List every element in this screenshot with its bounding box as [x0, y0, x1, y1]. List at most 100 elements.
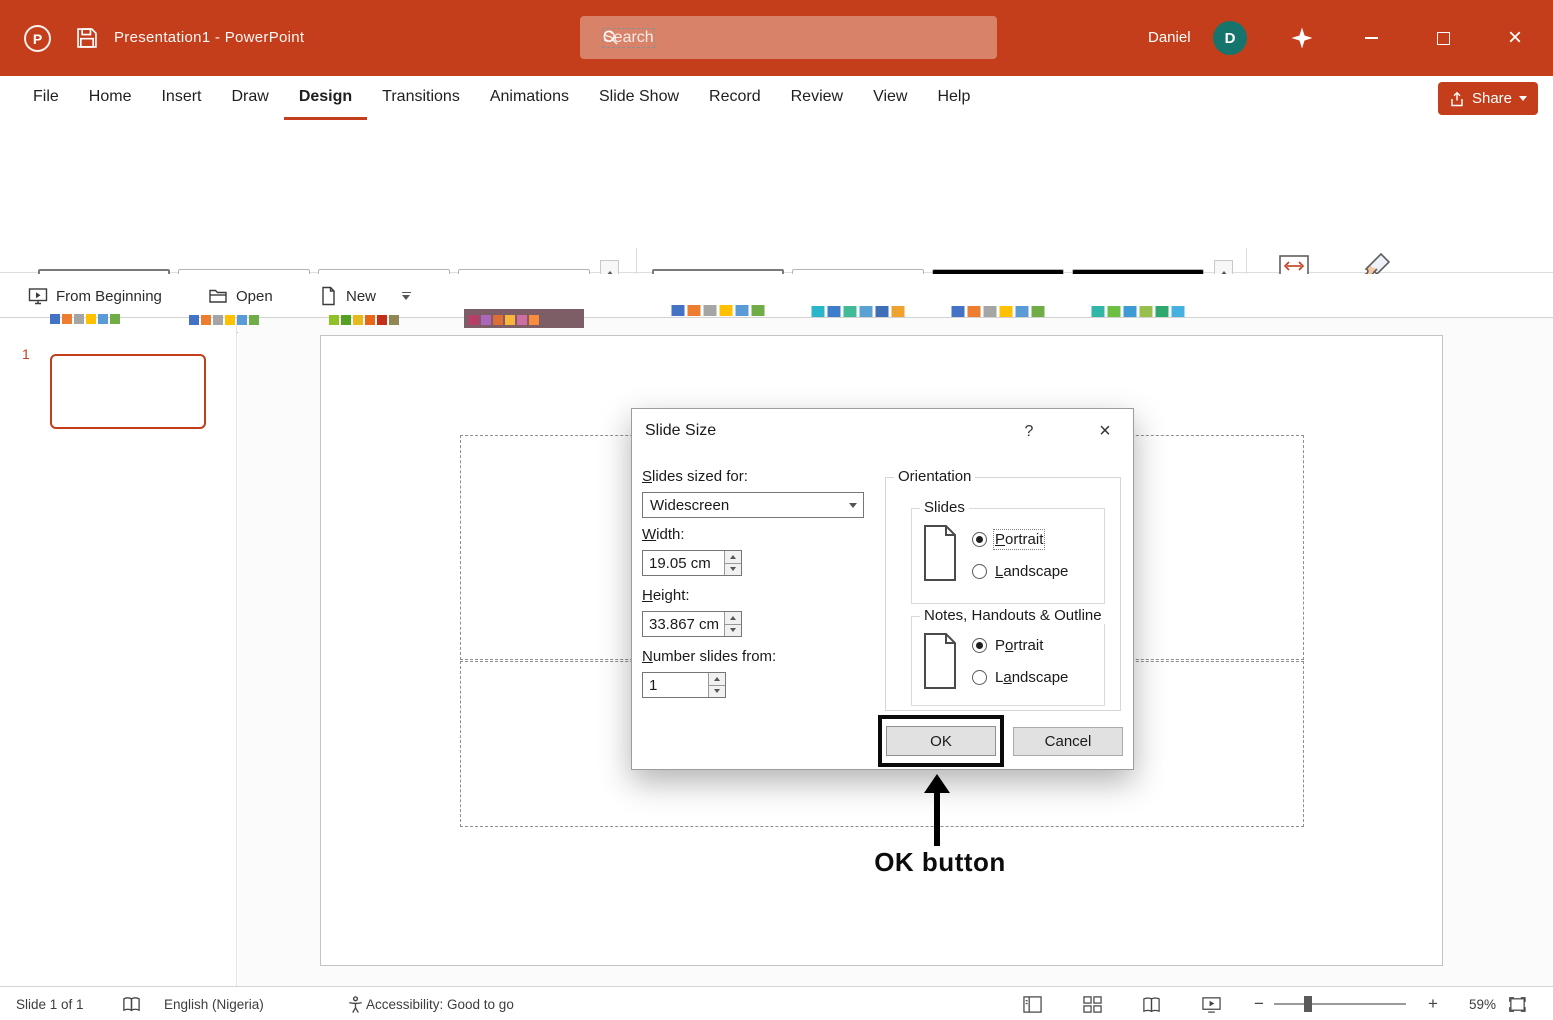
- color-swatch: [703, 305, 717, 316]
- dropdown-arrow-icon[interactable]: [843, 493, 863, 517]
- slides-sized-for-dropdown[interactable]: Widescreen: [642, 492, 864, 518]
- slides-portrait-label[interactable]: Portrait: [992, 529, 1046, 550]
- color-swatch: [1107, 306, 1121, 317]
- color-swatch: [1155, 306, 1169, 317]
- slideshow-icon: [28, 288, 48, 305]
- avatar[interactable]: D: [1213, 21, 1247, 55]
- slides-landscape-radio[interactable]: [972, 564, 987, 579]
- color-swatch: [341, 315, 351, 325]
- menu-tab-insert[interactable]: Insert: [146, 76, 216, 120]
- slides-sized-for-label: Slides sized for:: [642, 468, 748, 485]
- save-icon[interactable]: [76, 27, 98, 49]
- zoom-slider-handle[interactable]: [1304, 996, 1312, 1012]
- minimize-button[interactable]: [1347, 0, 1395, 76]
- toolbar-options-icon: [402, 292, 411, 300]
- normal-view-button[interactable]: [1019, 991, 1045, 1017]
- ok-button[interactable]: OK: [886, 726, 996, 756]
- proofing-icon[interactable]: [118, 991, 144, 1017]
- theme-color-swatches: [469, 315, 539, 325]
- color-swatch: [110, 314, 120, 324]
- menu-tab-design[interactable]: Design: [283, 76, 368, 120]
- number-increment-button[interactable]: [709, 673, 725, 685]
- open-button[interactable]: Open: [208, 274, 273, 318]
- close-button[interactable]: ×: [1491, 0, 1539, 76]
- menu-tab-record[interactable]: Record: [694, 76, 776, 120]
- close-icon: ×: [1507, 24, 1522, 51]
- color-swatch: [517, 315, 527, 325]
- notes-portrait-radio[interactable]: [972, 638, 987, 653]
- theme-color-swatches: [329, 315, 399, 325]
- color-swatch: [493, 315, 503, 325]
- accessibility-status[interactable]: Accessibility: Good to go: [366, 987, 514, 1020]
- folder-icon: [209, 289, 227, 303]
- width-increment-button[interactable]: [725, 551, 741, 563]
- quick-access-toolbar: From Beginning Open New: [0, 274, 1553, 318]
- menu-tab-view[interactable]: View: [858, 76, 922, 120]
- width-input[interactable]: 19.05 cm: [642, 550, 742, 576]
- color-swatch: [201, 315, 211, 325]
- color-swatch: [329, 315, 339, 325]
- color-swatch: [74, 314, 84, 324]
- slide-thumbnail[interactable]: [50, 354, 206, 429]
- variant-color-swatches: [951, 306, 1045, 317]
- maximize-button[interactable]: [1419, 0, 1467, 76]
- height-input[interactable]: 33.867 cm: [642, 611, 742, 637]
- cancel-button[interactable]: Cancel: [1013, 727, 1123, 756]
- height-decrement-button[interactable]: [725, 623, 741, 636]
- slide-show-view-button[interactable]: [1198, 991, 1224, 1017]
- slides-landscape-label[interactable]: Landscape: [995, 563, 1068, 580]
- menu-tab-animations[interactable]: Animations: [475, 76, 584, 120]
- account-name[interactable]: Daniel: [1148, 29, 1191, 46]
- zoom-slider-track[interactable]: [1274, 1003, 1406, 1005]
- fit-slide-to-window-button[interactable]: [1504, 991, 1530, 1017]
- share-label: Share: [1471, 90, 1512, 107]
- from-beginning-button[interactable]: From Beginning: [28, 274, 162, 318]
- width-decrement-button[interactable]: [725, 562, 741, 575]
- menu-tab-file[interactable]: File: [18, 76, 74, 120]
- slides-portrait-radio[interactable]: [972, 532, 987, 547]
- color-swatch: [353, 315, 363, 325]
- zoom-level[interactable]: 59%: [1452, 987, 1496, 1020]
- notes-portrait-label[interactable]: Portrait: [995, 637, 1043, 654]
- dialog-help-button[interactable]: ?: [1017, 420, 1041, 444]
- menu-tab-draw[interactable]: Draw: [216, 76, 283, 120]
- color-swatch: [983, 306, 997, 317]
- notes-landscape-label[interactable]: Landscape: [995, 669, 1068, 686]
- new-button[interactable]: New: [318, 274, 376, 318]
- slide-sorter-view-button[interactable]: [1079, 991, 1105, 1017]
- annotation-label: OK button: [874, 847, 1006, 877]
- menu-tab-slide-show[interactable]: Slide Show: [584, 76, 694, 120]
- zoom-in-button[interactable]: +: [1420, 991, 1446, 1017]
- variant-color-swatches: [811, 306, 905, 317]
- search-input[interactable]: Search: [580, 16, 997, 59]
- color-swatch: [687, 305, 701, 316]
- language-indicator[interactable]: English (Nigeria): [164, 987, 264, 1020]
- share-button[interactable]: Share: [1437, 82, 1538, 115]
- notes-landscape-radio[interactable]: [972, 670, 987, 685]
- new-label: New: [346, 287, 377, 305]
- number-slides-from-input[interactable]: 1: [642, 672, 726, 698]
- height-increment-button[interactable]: [725, 612, 741, 624]
- dialog-close-button[interactable]: ×: [1085, 417, 1125, 445]
- slides-orientation-group: Slides Portrait Landscape: [911, 499, 1105, 604]
- accessibility-icon[interactable]: [342, 991, 368, 1017]
- color-swatch: [875, 306, 889, 317]
- menu-tab-review[interactable]: Review: [776, 76, 858, 120]
- menu-tab-transitions[interactable]: Transitions: [367, 76, 475, 120]
- slide-size-dialog: Slide Size ? × Slides sized for: Widescr…: [631, 408, 1134, 770]
- number-decrement-button[interactable]: [709, 684, 725, 697]
- portrait-page-icon: [924, 633, 956, 693]
- height-label: Height:: [642, 587, 690, 604]
- color-swatch: [225, 315, 235, 325]
- designer-sparkle-icon[interactable]: [1290, 26, 1314, 50]
- slide-counter[interactable]: Slide 1 of 1: [16, 987, 84, 1020]
- zoom-out-button[interactable]: −: [1246, 991, 1272, 1017]
- width-label: Width:: [642, 526, 685, 543]
- menu-tab-help[interactable]: Help: [922, 76, 985, 120]
- reading-view-button[interactable]: [1138, 991, 1164, 1017]
- menu-tab-home[interactable]: Home: [74, 76, 147, 120]
- status-bar: Slide 1 of 1 English (Nigeria) Accessibi…: [0, 986, 1553, 1020]
- color-swatch: [891, 306, 905, 317]
- slides-group-label: Slides: [920, 499, 969, 516]
- quick-access-overflow-button[interactable]: [402, 274, 411, 318]
